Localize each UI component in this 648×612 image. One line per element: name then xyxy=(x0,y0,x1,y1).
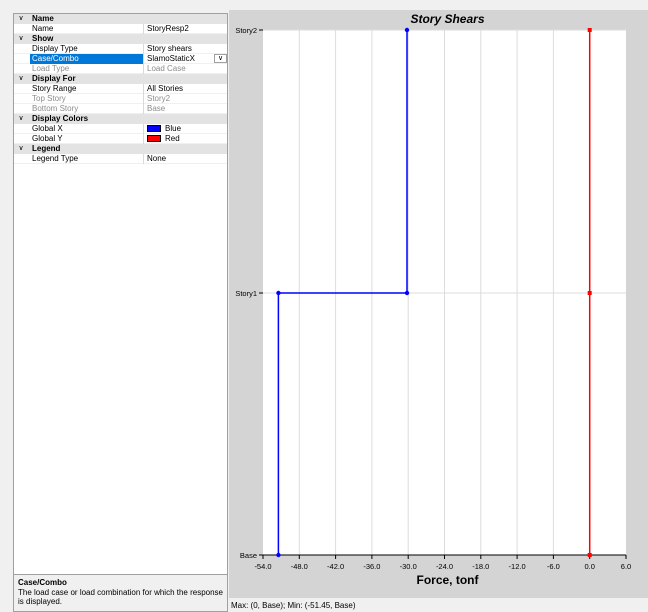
section-title: Display For xyxy=(32,74,76,83)
property-value[interactable]: All Stories xyxy=(143,84,227,94)
property-value-text: Base xyxy=(147,104,166,113)
property-value[interactable]: None xyxy=(143,154,227,164)
property-row[interactable]: Story Range All Stories xyxy=(14,84,227,94)
description-title: Case/Combo xyxy=(18,578,67,587)
section-title: Name xyxy=(32,14,54,23)
x-tick-label: -30.0 xyxy=(400,562,417,571)
x-tick-label: -54.0 xyxy=(254,562,271,571)
description-panel: Case/Combo The load case or load combina… xyxy=(13,575,228,612)
series-point xyxy=(587,291,592,295)
property-value-text: StoryResp2 xyxy=(147,24,189,33)
property-value-text: All Stories xyxy=(147,84,184,93)
property-value-text: Blue xyxy=(165,124,182,133)
description-text: The load case or load combination for wh… xyxy=(18,588,224,606)
series-point xyxy=(587,28,592,32)
x-tick-label: -6.0 xyxy=(547,562,560,571)
property-row[interactable]: Display Type Story shears xyxy=(14,44,227,54)
property-value-text: Story shears xyxy=(147,44,192,53)
property-label: Top Story xyxy=(32,94,66,103)
chevron-down-icon[interactable]: ∨ xyxy=(214,54,227,63)
property-label: Bottom Story xyxy=(32,104,79,113)
color-swatch xyxy=(147,125,161,132)
chevron-down-icon[interactable]: ∨ xyxy=(17,34,25,44)
property-value: Load Case xyxy=(143,64,227,74)
property-label: Case/Combo xyxy=(30,54,143,64)
x-axis-label: Force, tonf xyxy=(417,573,480,587)
property-label: Display Type xyxy=(32,44,78,53)
chevron-down-icon[interactable]: ∨ xyxy=(17,14,25,24)
story-shears-chart[interactable]: Story Shears -54.0 -48.0 -42.0 -36.0 -30.0 -24… xyxy=(229,10,648,598)
section-title: Legend xyxy=(32,144,61,153)
x-tick-label: 6.0 xyxy=(621,562,631,571)
section-header[interactable]: ∨ Show xyxy=(14,34,227,44)
section-header[interactable]: ∨ Display For xyxy=(14,74,227,84)
x-tick-label: -24.0 xyxy=(436,562,453,571)
chevron-down-icon[interactable]: ∨ xyxy=(17,144,25,154)
property-label: Name xyxy=(32,24,54,33)
y-tick-label: Story2 xyxy=(235,26,257,35)
plot-area[interactable]: Story Shears -54.0 -48.0 -42.0 -36.0 -30.0 -24… xyxy=(229,10,648,598)
property-value: Base xyxy=(143,104,227,114)
x-tick-label: -42.0 xyxy=(327,562,344,571)
status-bar: Max: (0, Base); Min: (-51.45, Base) xyxy=(231,601,356,610)
property-grid: ∨ Name Name StoryResp2 ∨ Show Display Type Stor… xyxy=(13,13,228,575)
property-label: Load Type xyxy=(32,64,70,73)
property-value: Story2 xyxy=(143,94,227,104)
color-swatch xyxy=(147,135,161,142)
property-value-text: SlamoStaticX xyxy=(147,54,196,63)
section-header[interactable]: ∨ Legend xyxy=(14,144,227,154)
x-tick-label: 0.0 xyxy=(584,562,594,571)
property-value-text: Story2 xyxy=(147,94,171,103)
property-row[interactable]: Global Y Red xyxy=(14,134,227,144)
chevron-down-icon[interactable]: ∨ xyxy=(17,74,25,84)
section-title: Display Colors xyxy=(32,114,89,123)
property-row[interactable]: Bottom Story Base xyxy=(14,104,227,114)
section-header[interactable]: ∨ Name xyxy=(14,14,227,24)
series-point xyxy=(587,553,592,557)
property-label: Global X xyxy=(32,124,63,133)
property-row[interactable]: Global X Blue xyxy=(14,124,227,134)
series-point xyxy=(404,27,410,33)
property-row[interactable]: Case/Combo SlamoStaticX ∨ xyxy=(14,54,227,64)
property-value-text: Load Case xyxy=(147,64,186,73)
x-tick-label: -36.0 xyxy=(363,562,380,571)
chevron-down-icon[interactable]: ∨ xyxy=(17,114,25,124)
property-value[interactable]: Red xyxy=(143,134,227,144)
series-point xyxy=(276,552,281,558)
property-row[interactable]: Name StoryResp2 xyxy=(14,24,227,34)
property-label: Legend Type xyxy=(32,154,79,163)
x-tick-label: -12.0 xyxy=(509,562,526,571)
property-value[interactable]: Story shears xyxy=(143,44,227,54)
property-label: Story Range xyxy=(32,84,77,93)
property-value[interactable]: StoryResp2 xyxy=(143,24,227,34)
property-row[interactable]: Legend Type None xyxy=(14,154,227,164)
x-tick-label: -18.0 xyxy=(472,562,489,571)
x-tick-label: -48.0 xyxy=(291,562,308,571)
property-value-text: None xyxy=(147,154,167,163)
y-tick-label: Base xyxy=(240,551,257,560)
property-value-text: Red xyxy=(165,134,180,143)
series-point xyxy=(276,290,281,296)
chart-title: Story Shears xyxy=(410,12,484,26)
property-row[interactable]: Load Type Load Case xyxy=(14,64,227,74)
y-tick-label: Story1 xyxy=(235,289,257,298)
property-label: Global Y xyxy=(32,134,63,143)
series-point xyxy=(404,290,410,296)
section-header[interactable]: ∨ Display Colors xyxy=(14,114,227,124)
property-value[interactable]: Blue xyxy=(143,124,227,134)
property-row[interactable]: Top Story Story2 xyxy=(14,94,227,104)
property-value[interactable]: SlamoStaticX ∨ xyxy=(143,54,227,64)
section-title: Show xyxy=(32,34,54,43)
